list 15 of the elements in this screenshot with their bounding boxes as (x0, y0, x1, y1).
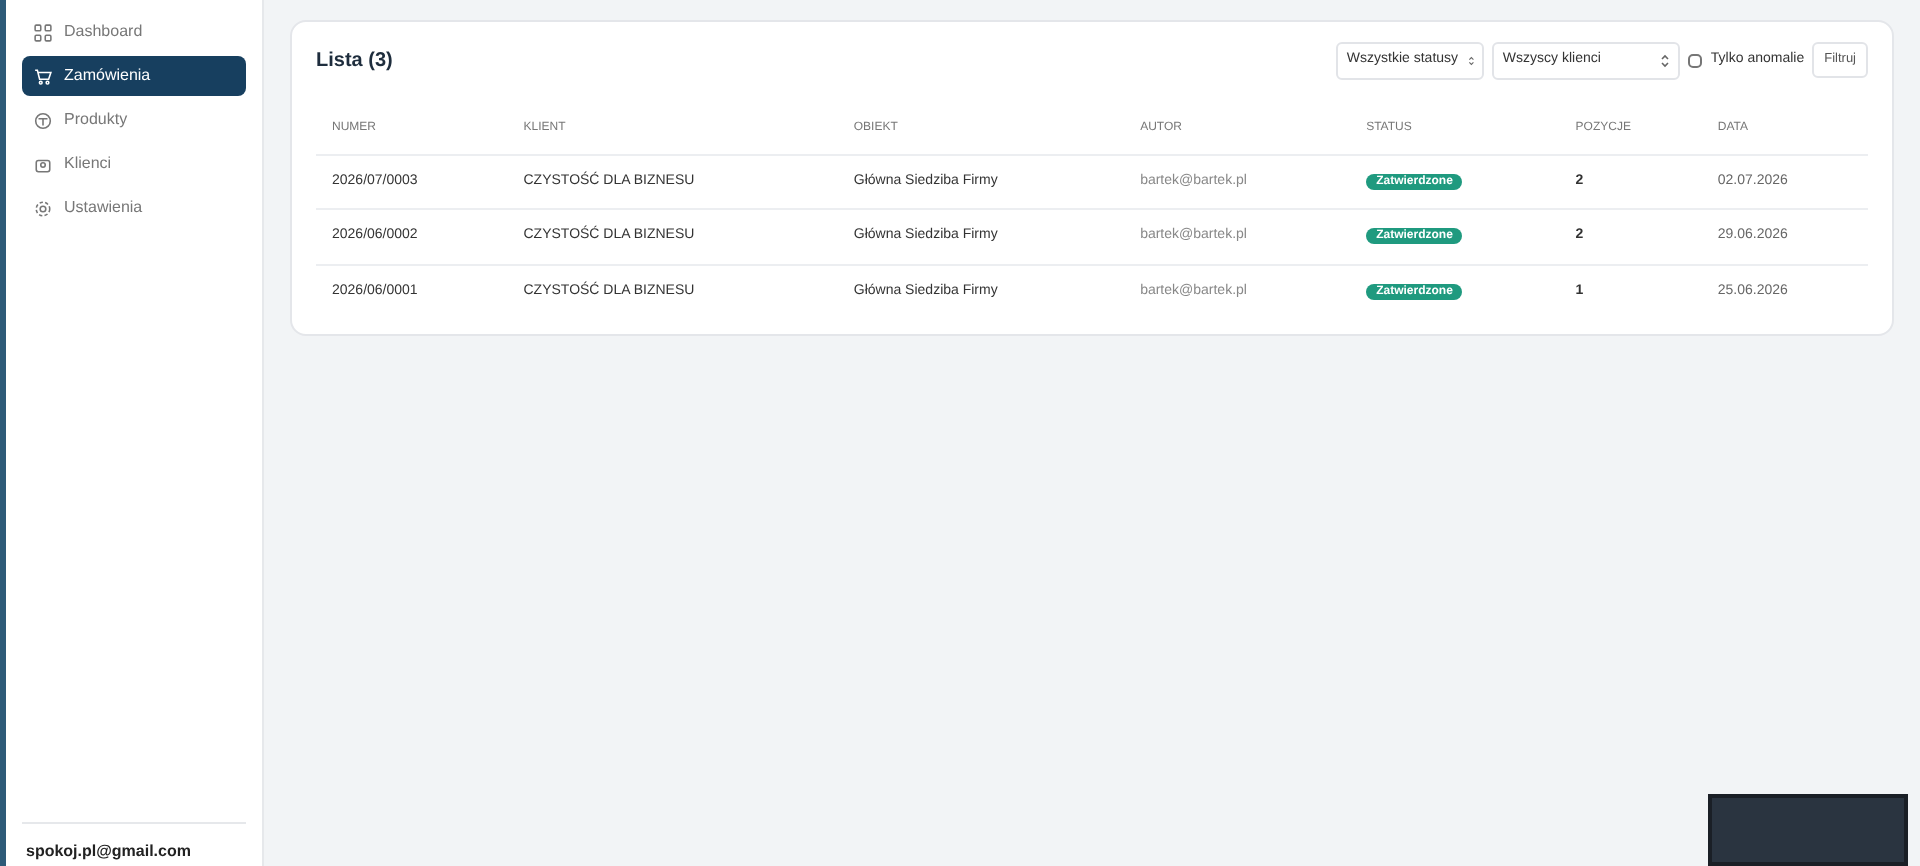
sidebar-item[interactable]: Zamówienia (22, 56, 246, 96)
sort-caret-icon (1468, 53, 1475, 68)
user-email: spokoj.pl@gmail.com (26, 840, 193, 864)
sidebar-item[interactable]: Dashboard (22, 12, 246, 52)
people-icon (34, 155, 52, 173)
sort-caret-icon (1660, 53, 1671, 68)
checkbox[interactable] (1688, 53, 1703, 68)
grid-icon (34, 23, 52, 41)
card-title: Lista (3) (316, 47, 393, 76)
sidebar-item[interactable]: Produkty (22, 100, 246, 140)
box-icon (34, 111, 52, 129)
settings-icon (34, 199, 52, 217)
cart-icon (34, 67, 52, 85)
sidebar-item[interactable]: Ustawienia (22, 188, 246, 228)
sidebar-item[interactable]: Klienci (22, 144, 246, 184)
